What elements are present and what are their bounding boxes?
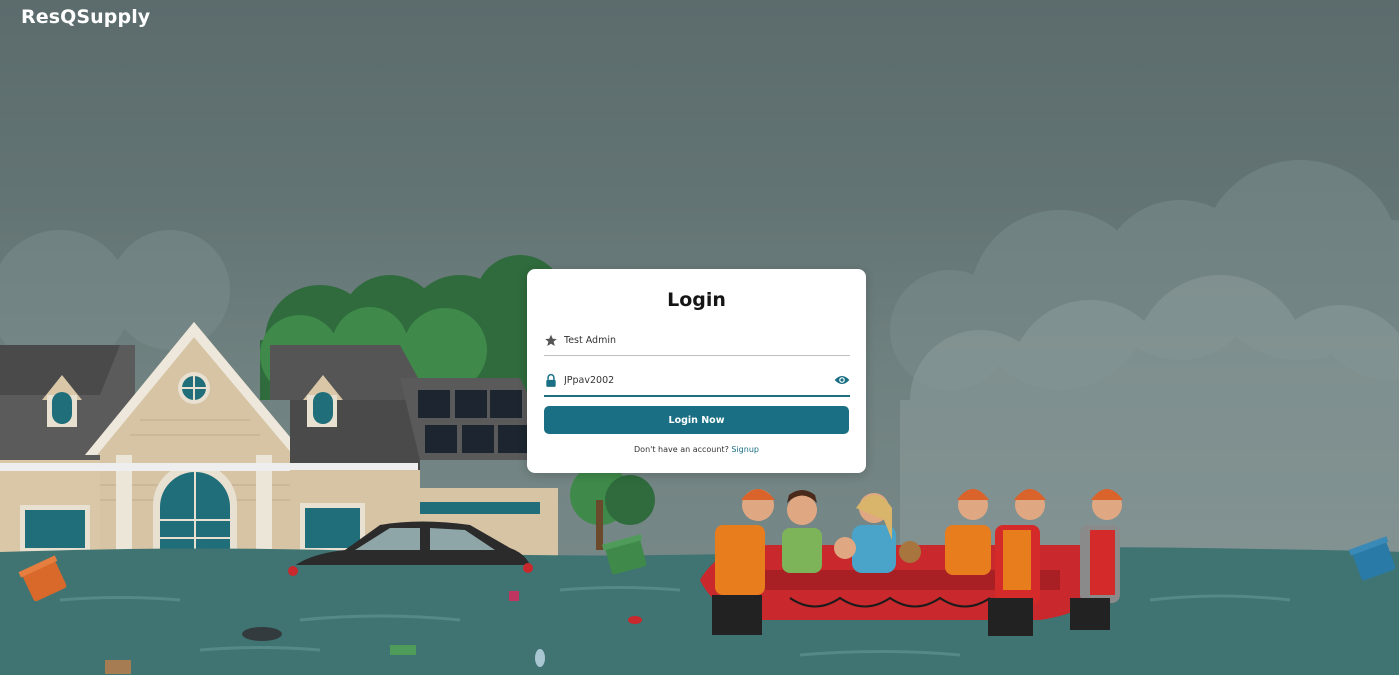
eye-icon[interactable] [834,374,850,386]
lock-icon [546,373,556,387]
signup-link[interactable]: Signup [731,445,759,454]
brand-logo[interactable]: ResQSupply [21,6,150,28]
login-title: Login [667,289,726,311]
login-button[interactable]: Login Now [544,406,849,434]
username-input[interactable] [564,331,824,349]
signup-row: Don't have an account? Signup [527,445,866,454]
signup-prompt: Don't have an account? [634,445,729,454]
star-icon [545,334,557,347]
background-scene: ResQSupply Login Login Now Don't have an… [0,0,1399,675]
username-field [544,329,850,356]
login-card: Login Login Now Don't have an account? S… [527,269,866,473]
password-input[interactable] [564,371,824,389]
password-field [544,369,850,397]
